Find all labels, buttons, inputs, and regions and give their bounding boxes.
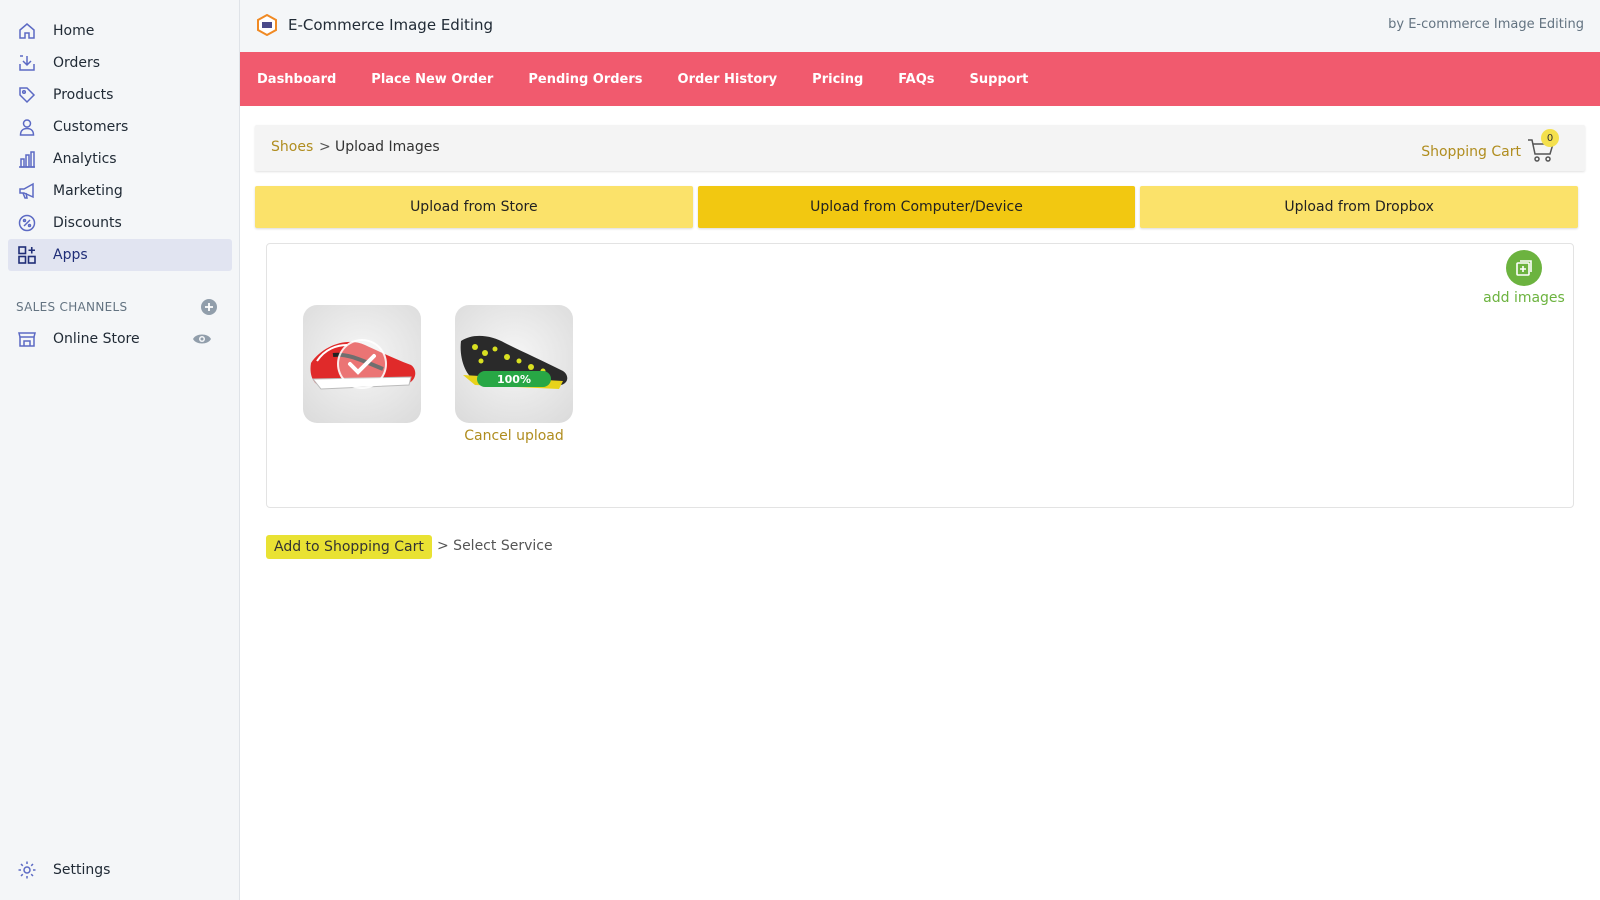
apps-icon: [16, 244, 38, 266]
tab-upload-from-dropbox[interactable]: Upload from Dropbox: [1140, 186, 1579, 228]
breadcrumb-parent-link[interactable]: Shoes: [271, 139, 313, 155]
cart-icon: 0: [1527, 129, 1559, 165]
shopping-cart-label: Shopping Cart: [1421, 144, 1521, 160]
sidebar: Home Orders Products Customers Analytics…: [0, 0, 240, 900]
eye-icon[interactable]: [192, 331, 212, 347]
upload-complete-check-icon: [337, 339, 387, 389]
store-icon: [16, 328, 38, 350]
tag-icon: [16, 84, 38, 106]
breadcrumb-separator: >: [319, 139, 331, 155]
add-images-icon: [1506, 250, 1542, 286]
orders-icon: [16, 52, 38, 74]
sidebar-item-label: Discounts: [53, 215, 122, 231]
breadcrumb-current: Upload Images: [335, 139, 440, 155]
sales-channels-heading: SALES CHANNELS: [16, 300, 128, 314]
tab-upload-from-store[interactable]: Upload from Store: [255, 186, 693, 228]
upload-drop-area[interactable]: add images 100% Cancel upload: [266, 243, 1574, 508]
shopping-cart-link[interactable]: Shopping Cart 0: [1421, 129, 1559, 165]
black-shoe-image: [460, 335, 568, 389]
app-logo-icon: [256, 13, 278, 37]
sidebar-item-customers[interactable]: Customers: [8, 111, 232, 143]
add-images-button[interactable]: add images: [1479, 250, 1569, 306]
nav-support[interactable]: Support: [970, 72, 1029, 87]
tab-upload-from-computer[interactable]: Upload from Computer/Device: [697, 186, 1136, 228]
main-nav: Dashboard Place New Order Pending Orders…: [240, 52, 1600, 106]
sidebar-item-settings[interactable]: Settings: [8, 854, 232, 886]
add-sales-channel-icon[interactable]: [200, 298, 218, 316]
nav-pending-orders[interactable]: Pending Orders: [528, 72, 642, 87]
cancel-upload-link[interactable]: Cancel upload: [455, 428, 573, 444]
nav-place-new-order[interactable]: Place New Order: [371, 72, 493, 87]
sidebar-item-apps[interactable]: Apps: [8, 239, 232, 271]
discount-icon: [16, 212, 38, 234]
sidebar-item-label: Apps: [53, 247, 88, 263]
sidebar-item-label: Home: [53, 23, 95, 39]
sidebar-item-products[interactable]: Products: [8, 79, 232, 111]
upload-source-tabs: Upload from Store Upload from Computer/D…: [255, 186, 1579, 228]
bar-chart-icon: [16, 148, 38, 170]
sidebar-item-label: Settings: [53, 862, 111, 878]
app-header: E-Commerce Image Editing by E-commerce I…: [240, 0, 1600, 52]
cart-count-badge: 0: [1541, 129, 1559, 147]
sidebar-item-orders[interactable]: Orders: [8, 47, 232, 79]
sidebar-item-label: Customers: [53, 119, 129, 135]
sidebar-item-home[interactable]: Home: [8, 15, 232, 47]
add-to-shopping-cart-button[interactable]: Add to Shopping Cart: [266, 535, 432, 559]
home-icon: [16, 20, 38, 42]
sidebar-item-label: Analytics: [53, 151, 117, 167]
uploading-image-thumbnail[interactable]: 100%: [455, 305, 573, 423]
uploaded-image-thumbnail[interactable]: [303, 305, 421, 423]
upload-progress-badge: 100%: [477, 371, 551, 387]
breadcrumb: Shoes > Upload Images Shopping Cart 0: [255, 125, 1585, 171]
app-title: E-Commerce Image Editing: [288, 16, 494, 34]
nav-order-history[interactable]: Order History: [678, 72, 778, 87]
sidebar-item-label: Online Store: [53, 331, 140, 347]
select-service-step: > Select Service: [437, 538, 553, 554]
sidebar-item-label: Products: [53, 87, 114, 103]
nav-faqs[interactable]: FAQs: [898, 72, 934, 87]
sidebar-item-label: Marketing: [53, 183, 123, 199]
sidebar-item-label: Orders: [53, 55, 101, 71]
add-images-label: add images: [1483, 290, 1565, 306]
nav-pricing[interactable]: Pricing: [812, 72, 863, 87]
app-by-line: by E-commerce Image Editing: [1388, 17, 1584, 32]
person-icon: [16, 116, 38, 138]
megaphone-icon: [16, 180, 38, 202]
sidebar-item-discounts[interactable]: Discounts: [8, 207, 232, 239]
sidebar-item-analytics[interactable]: Analytics: [8, 143, 232, 175]
sidebar-item-marketing[interactable]: Marketing: [8, 175, 232, 207]
gear-icon: [16, 859, 38, 881]
nav-dashboard[interactable]: Dashboard: [257, 72, 336, 87]
sidebar-item-online-store[interactable]: Online Store: [8, 323, 232, 355]
